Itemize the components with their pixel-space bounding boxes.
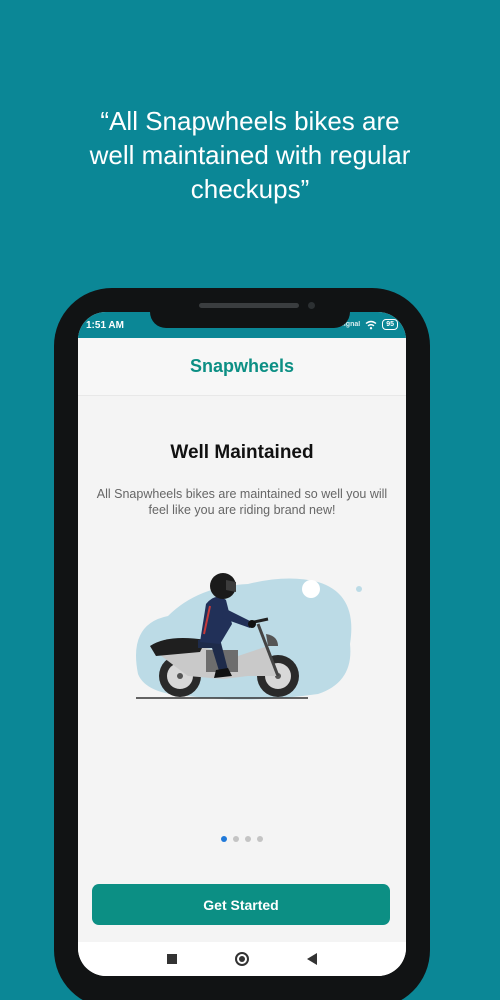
page-dot-active[interactable] (221, 836, 227, 842)
app-bar: Snapwheels (78, 338, 406, 396)
phone-notch (150, 288, 350, 328)
back-triangle-icon[interactable] (307, 953, 317, 965)
promo-headline: “All Snapwheels bikes are well maintaine… (0, 104, 500, 206)
home-circle-icon[interactable] (235, 952, 249, 966)
page-dot[interactable] (257, 836, 263, 842)
get-started-button[interactable]: Get Started (92, 884, 390, 925)
headline-line-1: “All Snapwheels bikes are (100, 106, 400, 136)
recents-square-icon[interactable] (167, 954, 177, 964)
headline-line-3: checkups” (190, 174, 310, 204)
front-camera (308, 302, 315, 309)
status-time: 1:51 AM (86, 320, 124, 331)
status-icons: Signal 95 (339, 319, 398, 330)
phone-screen: 1:51 AM Signal 95 Snapwheels Well Mainta… (78, 312, 406, 976)
page-dot[interactable] (245, 836, 251, 842)
page-dot[interactable] (233, 836, 239, 842)
slide-description: All Snapwheels bikes are maintained so w… (96, 487, 388, 517)
wifi-icon (365, 320, 377, 329)
app-title: Snapwheels (189, 356, 295, 376)
battery-icon: 95 (382, 319, 398, 330)
page-indicator (78, 836, 406, 842)
android-nav-bar (78, 942, 406, 976)
motorcycle-rider-illustration (136, 573, 362, 700)
headline-line-2: well maintained with regular (89, 140, 411, 170)
slide-title: Well Maintained (170, 442, 314, 463)
phone-speaker (199, 303, 299, 308)
